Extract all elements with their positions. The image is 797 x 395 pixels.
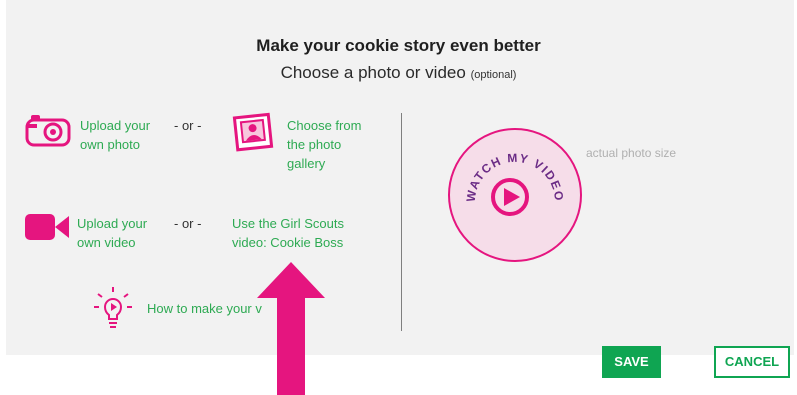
upload-photo-link[interactable]: Upload your own photo [80,116,150,154]
video-camera-icon[interactable] [24,212,70,242]
upload-photo-line1: Upload your [80,118,151,133]
arrow-up-icon [257,262,325,395]
gallery-line2: the photo [287,137,342,152]
upload-video-link[interactable]: Upload your own video [77,214,147,252]
photo-gallery-icon[interactable] [232,111,276,153]
dialog-title: Make your cookie story even better [256,36,541,55]
upload-photo-line2: own photo [80,137,140,152]
optional-label: (optional) [470,69,517,81]
actual-photo-size-label: actual photo size [586,146,677,160]
photo-or-separator: - or - [174,118,202,133]
video-or-separator: - or - [174,216,202,231]
upload-video-line2: own video [77,235,136,250]
subtitle-text: Choose a photo or video [280,63,466,82]
gallery-line3: gallery [287,156,326,171]
gs-video-line1: Use the Girl Scouts [232,216,344,231]
watch-my-video-badge: WATCH MY VIDEO [464,151,565,216]
play-icon [504,188,520,206]
gs-video-line2: video: Cookie Boss [232,235,344,250]
vertical-divider [401,113,402,331]
girl-scouts-video-link[interactable]: Use the Girl Scouts video: Cookie Boss [232,214,344,252]
dialog-subtitle: Choose a photo or video (optional) [0,63,797,83]
choose-gallery-link[interactable]: Choose from the photo gallery [287,116,361,173]
gallery-line1: Choose from [287,118,362,133]
save-button[interactable]: SAVE [602,346,661,378]
camera-icon[interactable] [25,113,71,147]
upload-video-line1: Upload your [77,216,148,231]
how-to-link[interactable]: How to make your v [147,299,262,318]
lightbulb-play-icon[interactable] [93,285,133,331]
cancel-button[interactable]: CANCEL [714,346,790,378]
